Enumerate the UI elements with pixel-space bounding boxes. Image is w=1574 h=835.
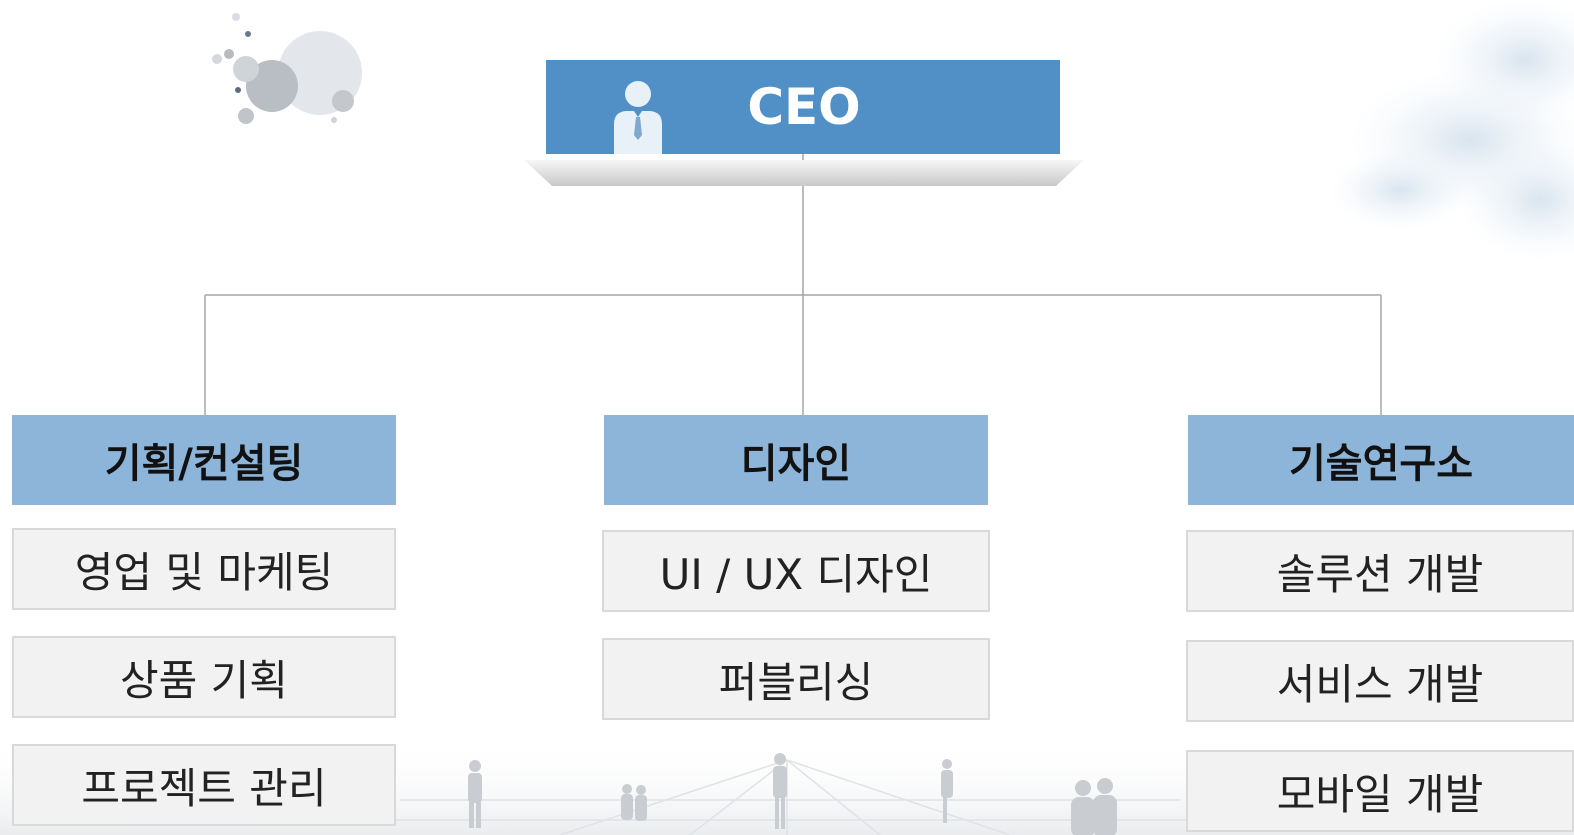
ceo-shelf xyxy=(524,160,1084,186)
team-box-publishing: 퍼블리싱 xyxy=(602,638,990,720)
team-box-product-planning: 상품 기획 xyxy=(12,636,396,718)
person-icon xyxy=(614,81,662,154)
team-box-solution-development: 솔루션 개발 xyxy=(1186,530,1574,612)
team-box-mobile-development: 모바일 개발 xyxy=(1186,750,1574,832)
department-header-design: 디자인 xyxy=(604,415,988,505)
team-box-service-development: 서비스 개발 xyxy=(1186,640,1574,722)
team-box-project-management: 프로젝트 관리 xyxy=(12,744,396,826)
department-header-research: 기술연구소 xyxy=(1188,415,1574,505)
team-box-ui-ux-design: UI / UX 디자인 xyxy=(602,530,990,612)
department-header-planning: 기획/컨설팅 xyxy=(12,415,396,505)
team-box-sales-marketing: 영업 및 마케팅 xyxy=(12,528,396,610)
